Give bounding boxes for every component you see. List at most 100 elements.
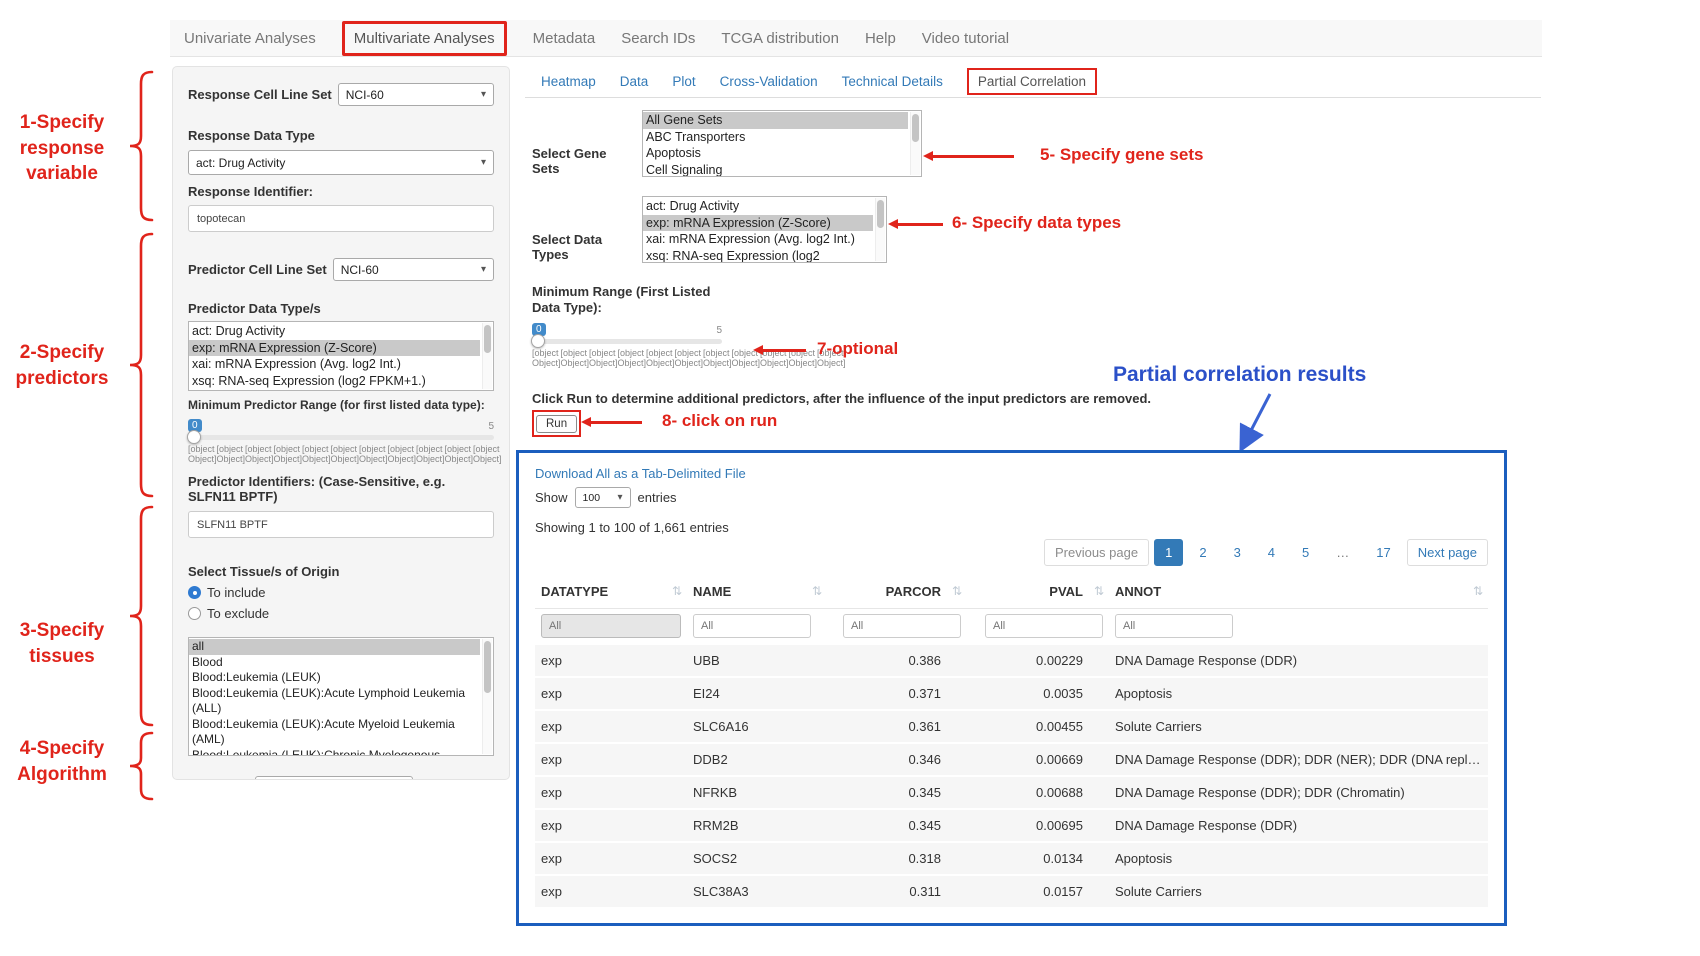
table-row[interactable]: exp EI24 0.371 0.0035 Apoptosis <box>535 677 1488 710</box>
listbox-option[interactable]: Blood <box>189 655 480 671</box>
min-range-slider[interactable]: 0 5 [object Object][object Object][objec… <box>532 321 722 368</box>
scrollbar[interactable] <box>482 639 492 754</box>
scrollbar[interactable] <box>910 112 920 175</box>
listbox-option[interactable]: xsq: RNA-seq Expression (log2 FPKM+1.) <box>643 248 873 264</box>
tissue-listbox[interactable]: all Blood Blood:Leukemia (LEUK) Blood:Le… <box>188 637 494 756</box>
scrollbar-thumb[interactable] <box>912 114 919 142</box>
subtab-item[interactable]: Technical Details <box>842 74 943 89</box>
data-types-listbox[interactable]: act: Drug Activity exp: mRNA Expression … <box>642 196 887 263</box>
listbox-option[interactable]: exp: mRNA Expression (Z-Score) <box>643 215 873 232</box>
nav-item[interactable]: Video tutorial <box>922 30 1009 47</box>
show-entries-select[interactable]: 100 ▾ <box>575 487 631 508</box>
slider-track[interactable] <box>188 435 494 440</box>
pagination-item[interactable]: 5 <box>1291 539 1320 566</box>
col-header-pval[interactable]: PVAL⇅ <box>967 574 1109 609</box>
col-header-name[interactable]: NAME⇅ <box>687 574 827 609</box>
algorithm-select[interactable]: Linear Regression ▾ <box>255 776 413 780</box>
filter-input-annot[interactable] <box>1115 614 1233 638</box>
predictor-cell-line-set-select[interactable]: NCI-60 ▾ <box>333 258 494 281</box>
nav-item[interactable]: Help <box>865 30 896 47</box>
table-row[interactable]: exp DDB2 0.346 0.00669 DNA Damage Respon… <box>535 743 1488 776</box>
scrollbar-thumb[interactable] <box>877 200 884 228</box>
pagination-item[interactable]: 4 <box>1257 539 1286 566</box>
listbox-option[interactable]: All Gene Sets <box>643 112 908 129</box>
table-row[interactable]: exp SLC6A16 0.361 0.00455 Solute Carrier… <box>535 710 1488 743</box>
slider-handle[interactable] <box>531 334 545 348</box>
filter-input-datatype[interactable] <box>541 614 681 638</box>
response-data-type-select[interactable]: act: Drug Activity ▾ <box>188 150 494 175</box>
slider-handle[interactable] <box>187 430 201 444</box>
subtab-item[interactable]: Heatmap <box>541 74 596 89</box>
response-identifier-input[interactable] <box>188 205 494 232</box>
nav-item[interactable]: Metadata <box>533 30 596 47</box>
annotation-step6: 6- Specify data types <box>952 213 1121 233</box>
slider-track[interactable] <box>532 339 722 344</box>
run-button[interactable]: Run <box>536 415 577 433</box>
pagination-item[interactable]: 3 <box>1223 539 1252 566</box>
app-canvas: Univariate Analyses Multivariate Analyse… <box>0 0 1700 956</box>
table-row[interactable]: exp RRM2B 0.345 0.00695 DNA Damage Respo… <box>535 809 1488 842</box>
pagination-item[interactable]: 17 <box>1365 539 1401 566</box>
predictor-data-types-listbox[interactable]: act: Drug Activity exp: mRNA Expression … <box>188 321 494 391</box>
table-row[interactable]: exp SLC38A3 0.311 0.0157 Solute Carriers <box>535 875 1488 908</box>
listbox-option[interactable]: exp: mRNA Expression (Z-Score) <box>189 340 480 357</box>
show-entries-value: 100 <box>583 492 601 504</box>
sort-icon[interactable]: ⇅ <box>812 584 822 598</box>
listbox-option[interactable]: xsq: RNA-seq Expression (log2 FPKM+1.) <box>189 373 480 390</box>
subtab-item[interactable]: Cross-Validation <box>720 74 818 89</box>
listbox-option[interactable]: ABC Transporters <box>643 129 908 146</box>
pagination-item[interactable]: 2 <box>1188 539 1217 566</box>
listbox-option[interactable]: xai: mRNA Expression (Avg. log2 Int.) <box>189 356 480 373</box>
pagination-item[interactable]: Next page <box>1407 539 1488 566</box>
sort-icon[interactable]: ⇅ <box>952 584 962 598</box>
min-predictor-range-slider[interactable]: 0 5 [object Object][object Object][objec… <box>188 417 494 464</box>
subtab-item[interactable]: Partial Correlation <box>967 68 1097 95</box>
nav-item[interactable]: TCGA distribution <box>721 30 839 47</box>
subtab-item[interactable]: Plot <box>672 74 695 89</box>
response-cell-line-set-select[interactable]: NCI-60 ▾ <box>338 83 494 106</box>
download-link[interactable]: Download All as a Tab-Delimited File <box>535 466 1488 481</box>
table-row[interactable]: exp NFRKB 0.345 0.00688 DNA Damage Respo… <box>535 776 1488 809</box>
filter-input-name[interactable] <box>693 614 811 638</box>
scrollbar-thumb[interactable] <box>484 641 491 693</box>
scrollbar-thumb[interactable] <box>484 325 491 353</box>
filter-input-pval[interactable] <box>985 614 1103 638</box>
sort-icon[interactable]: ⇅ <box>672 584 682 598</box>
listbox-option[interactable]: Cell Signaling <box>643 162 908 178</box>
show-entries-row: Show 100 ▾ entries <box>535 487 1488 508</box>
subtab-item[interactable]: Data <box>620 74 649 89</box>
listbox-option[interactable]: Blood:Leukemia (LEUK) <box>189 670 480 686</box>
nav-item[interactable]: Search IDs <box>621 30 695 47</box>
predictor-identifiers-input[interactable] <box>188 511 494 538</box>
cell-annot: DNA Damage Response (DDR); DDR (NER); DD… <box>1109 743 1488 776</box>
nav-item[interactable]: Univariate Analyses <box>184 30 316 47</box>
arrow-run <box>590 421 642 424</box>
listbox-option[interactable]: Apoptosis <box>643 145 908 162</box>
table-row[interactable]: exp SOCS2 0.318 0.0134 Apoptosis <box>535 842 1488 875</box>
col-header-parcor[interactable]: PARCOR⇅ <box>827 574 967 609</box>
listbox-option[interactable]: xai: mRNA Expression (Avg. log2 Int.) <box>643 231 873 248</box>
col-header-datatype[interactable]: DATATYPE⇅ <box>535 574 687 609</box>
top-navbar: Univariate Analyses Multivariate Analyse… <box>170 20 1542 57</box>
pagination-item[interactable]: Previous page <box>1044 539 1149 566</box>
listbox-option[interactable]: Blood:Leukemia (LEUK):Acute Lymphoid Leu… <box>189 686 480 717</box>
scrollbar[interactable] <box>875 198 885 261</box>
tissue-radio[interactable]: To exclude <box>188 606 494 621</box>
nav-item[interactable]: Multivariate Analyses <box>342 21 507 56</box>
table-row[interactable]: exp UBB 0.386 0.00229 DNA Damage Respons… <box>535 645 1488 677</box>
sort-icon[interactable]: ⇅ <box>1094 584 1104 598</box>
pagination-item[interactable]: 1 <box>1154 539 1183 566</box>
col-header-annot[interactable]: ANNOT⇅ <box>1109 574 1488 609</box>
pagination-item[interactable]: … <box>1325 539 1360 566</box>
listbox-option[interactable]: Blood:Leukemia (LEUK):Chronic Myelogenou… <box>189 748 480 757</box>
listbox-option[interactable]: Blood:Leukemia (LEUK):Acute Myeloid Leuk… <box>189 717 480 748</box>
listbox-option[interactable]: act: Drug Activity <box>189 323 480 340</box>
gene-sets-listbox[interactable]: All Gene Sets ABC Transporters Apoptosis… <box>642 110 922 177</box>
sort-icon[interactable]: ⇅ <box>1473 584 1483 598</box>
tissue-radio[interactable]: To include <box>188 585 494 600</box>
listbox-option[interactable]: act: Drug Activity <box>643 198 873 215</box>
scrollbar[interactable] <box>482 323 492 389</box>
filter-input-parcor[interactable] <box>843 614 961 638</box>
listbox-option[interactable]: all <box>189 639 480 655</box>
pagination: Previous page 1 2 3 4 5 … 17 Next page <box>535 539 1488 566</box>
